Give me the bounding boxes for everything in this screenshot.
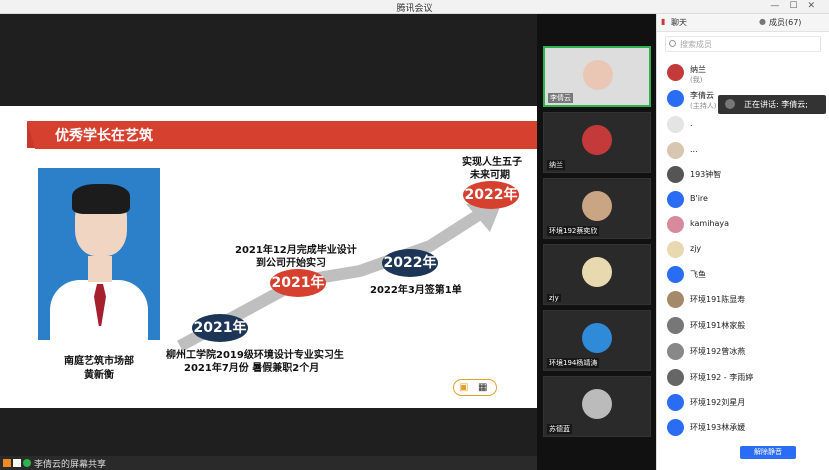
list-item[interactable]: . <box>667 116 827 134</box>
tile-name: 环境192蔡奕欣 <box>547 226 600 236</box>
member-name: zjy <box>690 244 702 253</box>
avatar <box>667 191 684 208</box>
speaking-text: 正在讲话: 李倩云; <box>744 100 808 109</box>
member-search[interactable]: 搜索成员 <box>665 36 821 52</box>
year-badge-2022b: 2022年 <box>463 181 519 209</box>
avatar <box>667 241 684 258</box>
slide-toolbar[interactable]: ▣ ▦ <box>453 379 497 396</box>
avatar <box>725 99 735 109</box>
milestone-1-line2: 2021年7月份 暑假兼职2个月 <box>184 363 320 374</box>
avatar <box>667 291 684 308</box>
video-tile[interactable]: 环境194杨靖涛 <box>543 310 651 371</box>
avatar <box>582 323 612 353</box>
video-tiles: 李倩云 纳兰 环境192蔡奕欣 zjy 环境194杨靖涛 苏德蓝 <box>537 14 656 470</box>
list-item[interactable]: 环境192曾冰燕 <box>667 343 827 361</box>
avatar <box>667 419 684 436</box>
window-titlebar: 腾讯会议 —☐✕ <box>0 0 829 14</box>
side-panel: ▮ 聊天 ● 成员(67) 搜索成员 纳兰 (我) 李倩云 (主持人) . ... … <box>656 14 829 470</box>
pen-icon[interactable]: ▣ <box>459 382 468 393</box>
mic-icon[interactable] <box>23 459 31 467</box>
member-name: B'ire <box>690 194 708 203</box>
avatar <box>667 166 684 183</box>
video-tile[interactable]: 苏德蓝 <box>543 376 651 437</box>
qr-code-icon[interactable]: ▦ <box>478 382 487 393</box>
year-badge-2021b: 2021年 <box>270 269 326 297</box>
chat-icon[interactable]: ▮ <box>661 17 665 26</box>
member-name: 环境192 - 李雨婷 <box>690 373 754 382</box>
milestone-2-line2: 到公司开始实习 <box>256 258 326 269</box>
list-item[interactable]: ... <box>667 142 827 160</box>
milestone-4-line2: 未来可期 <box>470 170 510 181</box>
window-title: 腾讯会议 <box>396 4 433 14</box>
tab-chat[interactable]: 聊天 <box>671 17 687 28</box>
search-input[interactable]: 搜索成员 <box>680 39 712 50</box>
member-name: 环境191林家般 <box>690 321 746 330</box>
avatar <box>667 216 684 233</box>
list-item[interactable]: 环境191林家般 <box>667 317 827 335</box>
list-item[interactable]: 环境191陈显寿 <box>667 291 827 309</box>
avatar <box>667 394 684 411</box>
tile-name: zjy <box>547 294 561 302</box>
member-name: 环境192曾冰燕 <box>690 347 746 356</box>
list-item[interactable]: 环境192刘星月 <box>667 394 827 412</box>
panel-tabs: ▮ 聊天 ● 成员(67) <box>657 14 829 32</box>
video-tile[interactable]: 环境192蔡奕欣 <box>543 178 651 239</box>
member-name: kamihaya <box>690 219 730 228</box>
list-item[interactable]: 环境192 - 李雨婷 <box>667 369 827 387</box>
video-tile[interactable]: 纳兰 <box>543 112 651 173</box>
avatar <box>667 317 684 334</box>
avatar <box>582 257 612 287</box>
avatar <box>667 266 684 283</box>
avatar <box>582 125 612 155</box>
list-item[interactable]: 193钟智 <box>667 166 827 184</box>
video-tile[interactable]: 李倩云 <box>543 46 651 107</box>
member-name: 环境191陈显寿 <box>690 295 746 304</box>
share-label: 李倩云的屏幕共享 <box>34 460 107 470</box>
member-name: 纳兰 <box>690 65 706 74</box>
avatar <box>583 60 613 90</box>
avatar <box>667 142 684 159</box>
speaking-indicator: 正在讲话: 李倩云; <box>718 95 826 114</box>
unmute-all-button[interactable]: 解除静音 <box>740 446 796 459</box>
tile-name: 环境194杨靖涛 <box>547 358 600 368</box>
tile-name: 李倩云 <box>548 93 573 103</box>
list-item[interactable]: B'ire <box>667 191 827 209</box>
window-controls[interactable]: —☐✕ <box>770 1 825 11</box>
member-role: (我) <box>690 76 703 84</box>
list-item[interactable]: zjy <box>667 241 827 259</box>
tab-members[interactable]: 成员(67) <box>769 17 801 28</box>
list-item[interactable]: 纳兰 (我) <box>667 64 827 84</box>
member-name: 李倩云 <box>690 91 714 100</box>
member-name: 环境193林承媛 <box>690 423 746 432</box>
avatar <box>582 191 612 221</box>
user-icon <box>3 459 11 467</box>
video-icon[interactable] <box>13 459 21 467</box>
member-name: . <box>690 119 693 128</box>
list-item[interactable]: 环境193林承媛 <box>667 419 827 437</box>
avatar <box>667 116 684 133</box>
avatar <box>667 369 684 386</box>
presentation-slide: 优秀学长在艺筑 南庭艺筑市场部 黄新衡 2021年 柳州工学院2019级环境设计… <box>0 106 537 408</box>
members-icon[interactable]: ● <box>759 17 766 26</box>
list-item[interactable]: 飞鱼 <box>667 266 827 284</box>
member-role: (主持人) <box>690 102 717 110</box>
member-name: ... <box>690 145 698 154</box>
screen-share-area: 优秀学长在艺筑 南庭艺筑市场部 黄新衡 2021年 柳州工学院2019级环境设计… <box>0 14 537 470</box>
year-badge-2022a: 2022年 <box>382 249 438 277</box>
video-tile[interactable]: zjy <box>543 244 651 305</box>
member-name: 环境192刘星月 <box>690 398 746 407</box>
tile-name: 苏德蓝 <box>547 424 572 434</box>
tile-name: 纳兰 <box>547 160 565 170</box>
avatar <box>667 64 684 81</box>
avatar <box>667 343 684 360</box>
list-item[interactable]: kamihaya <box>667 216 827 234</box>
year-badge-2021a: 2021年 <box>192 314 248 342</box>
search-icon <box>669 40 676 47</box>
member-name: 193钟智 <box>690 170 722 179</box>
avatar <box>582 389 612 419</box>
member-name: 飞鱼 <box>690 270 706 279</box>
share-status-bar: 李倩云的屏幕共享 <box>0 456 537 470</box>
milestone-3-line1: 2022年3月签第1单 <box>370 285 462 296</box>
avatar <box>667 90 684 107</box>
